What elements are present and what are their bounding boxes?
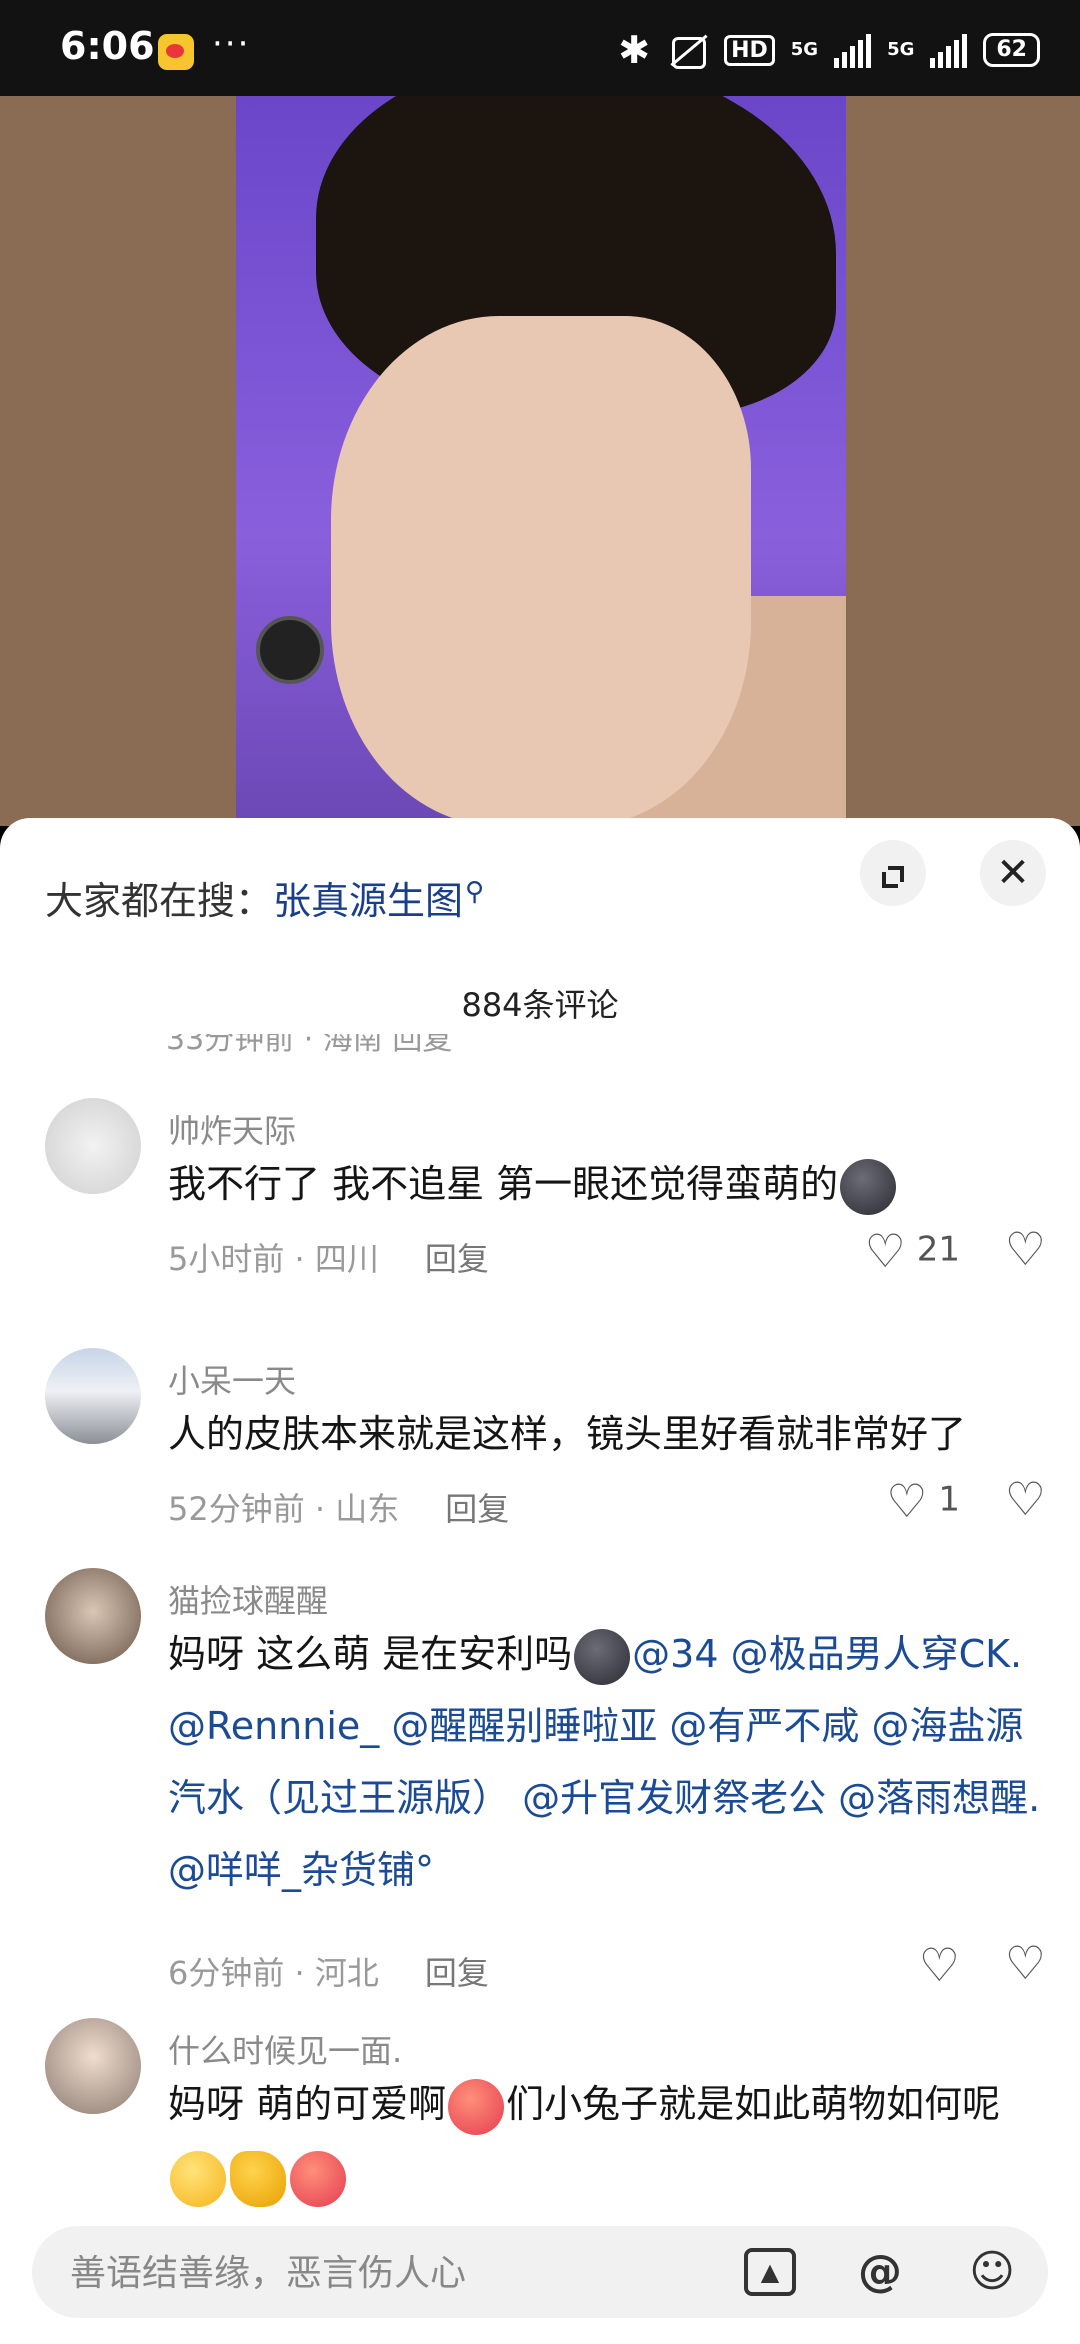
reply-button[interactable]: 回复 <box>425 1954 489 1992</box>
dislike-icon: ♡ <box>1004 1936 1046 1990</box>
trending-term-link[interactable]: 张真源生图 <box>273 879 463 923</box>
avatar[interactable] <box>45 2018 141 2114</box>
comment-location: 山东 <box>335 1490 400 1528</box>
grin-emoji-icon <box>170 2150 226 2207</box>
comment-text-content: 妈呀 这么萌 是在安利吗 <box>168 1632 573 1676</box>
heart-icon: ♡ <box>886 1474 928 1528</box>
comment-time: 52分钟前 <box>168 1490 305 1528</box>
reply-button[interactable]: 回复 <box>445 1490 509 1528</box>
trending-search-row[interactable]: 大家都在搜：张真源生图⚲ <box>45 870 484 925</box>
image-icon[interactable]: ▲ <box>744 2248 796 2296</box>
comment-count: 884条评论 <box>461 986 619 1024</box>
comment-time: 5小时前 <box>168 1240 285 1278</box>
expand-button[interactable] <box>860 840 926 906</box>
comment-item: 猫捡球醒醒 妈呀 这么萌 是在安利吗 @34 @极品男人穿CK. @Rennnie… <box>0 1568 1080 1992</box>
status-time: 6:06 <box>60 24 155 68</box>
network-label-1: 5G <box>790 39 819 60</box>
comment-text-content: 妈呀 萌的可爱啊 <box>168 2082 447 2126</box>
bluetooth-icon: ✱ <box>618 28 651 72</box>
dark-moon-emoji-icon <box>840 1158 897 1215</box>
photo-face <box>331 316 751 826</box>
comment-text: 妈呀 萌的可爱啊 们小兔子就是如此萌物如何呢 <box>168 2068 1048 2212</box>
heart-eyes-emoji-icon <box>448 2078 505 2135</box>
dislike-button[interactable]: ♡ <box>1005 1936 1046 1990</box>
photo-microphone <box>256 616 324 684</box>
comment-text: 妈呀 这么萌 是在安利吗 @34 @极品男人穿CK. @Rennnie_ @醒醒别… <box>168 1618 1048 1906</box>
partially-hidden-comment-meta: 33分钟前 · 海南 回复 <box>166 1034 1036 1064</box>
comment-item: 什么时候见一面. 妈呀 萌的可爱啊 们小兔子就是如此萌物如何呢 <box>0 2018 1080 2258</box>
comment-username[interactable]: 猫捡球醒醒 <box>168 1576 328 1622</box>
avatar[interactable] <box>45 1348 141 1444</box>
comment-text: 人的皮肤本来就是这样，镜头里好看就非常好了 <box>168 1412 967 1456</box>
hd-badge: HD <box>724 34 775 66</box>
post-photo[interactable] <box>236 96 846 826</box>
comment-username[interactable]: 小呆一天 <box>168 1356 296 1402</box>
like-button[interactable]: ♡ <box>919 1938 960 1992</box>
weibo-app-icon <box>158 34 194 70</box>
comments-sheet: 大家都在搜：张真源生图⚲ ✕ 884条评论 33分钟前 · 海南 回复 帅炸天际… <box>0 818 1080 2344</box>
avatar[interactable] <box>45 1568 141 1664</box>
avatar[interactable] <box>45 1098 141 1194</box>
comment-time: 6分钟前 <box>168 1954 285 1992</box>
network-label-2: 5G <box>887 39 915 60</box>
trending-label: 大家都在搜： <box>45 879 274 923</box>
battery-icon: 62 <box>983 33 1040 67</box>
search-icon: ⚲ <box>465 877 485 908</box>
heart-icon: ♡ <box>918 1938 960 1992</box>
emoji-icon[interactable]: ☺ <box>964 2244 1020 2300</box>
expand-icon <box>882 866 904 888</box>
reply-button[interactable]: 回复 <box>425 1240 489 1278</box>
comment-item: 小呆一天 人的皮肤本来就是这样，镜头里好看就非常好了 52分钟前 · 山东 回复 … <box>0 1348 1080 1548</box>
muscle-emoji-icon <box>230 2150 286 2207</box>
comment-location: 四川 <box>314 1240 379 1278</box>
comment-meta: 5小时前 · 四川 回复 <box>168 1240 489 1278</box>
dislike-icon: ♡ <box>1004 1472 1046 1526</box>
mute-icon <box>666 33 708 69</box>
comment-input-bar: ▲ @ ☺ <box>32 2226 1048 2318</box>
signal-icon <box>930 32 968 68</box>
comment-text: 我不行了 我不追星 第一眼还觉得蛮萌的 <box>168 1148 1048 1220</box>
cut-row-text: 33分钟前 · 海南 回复 <box>166 1034 453 1057</box>
status-icons: ✱ HD 5G 5G 62 <box>618 28 1040 72</box>
like-count: 1 <box>938 1479 960 1520</box>
comment-text-content: 们小兔子就是如此萌物如何呢 <box>506 2082 1001 2126</box>
more-notifications-icon: ··· <box>212 24 251 64</box>
status-bar: 6:06 ··· ✱ HD 5G 5G 62 <box>0 0 1080 96</box>
comment-input[interactable] <box>68 2242 712 2304</box>
comment-meta: 52分钟前 · 山东 回复 <box>168 1490 510 1528</box>
heart-eyes-emoji-icon <box>290 2150 346 2207</box>
signal-icon <box>834 32 872 68</box>
comment-item: 帅炸天际 我不行了 我不追星 第一眼还觉得蛮萌的 5小时前 · 四川 回复 ♡ 2… <box>0 1098 1080 1298</box>
dislike-button[interactable]: ♡ <box>1005 1222 1046 1276</box>
close-icon: ✕ <box>996 850 1030 896</box>
at-icon[interactable]: @ <box>852 2244 908 2300</box>
comment-text-content: 我不行了 我不追星 第一眼还觉得蛮萌的 <box>168 1162 839 1206</box>
like-count: 21 <box>916 1229 960 1270</box>
heart-icon: ♡ <box>864 1224 906 1278</box>
comment-username[interactable]: 什么时候见一面. <box>168 2026 402 2072</box>
close-button[interactable]: ✕ <box>980 840 1046 906</box>
dislike-button[interactable]: ♡ <box>1005 1472 1046 1526</box>
dark-moon-emoji-icon <box>574 1628 631 1685</box>
comment-username[interactable]: 帅炸天际 <box>168 1106 296 1152</box>
dislike-icon: ♡ <box>1004 1222 1046 1276</box>
like-button[interactable]: ♡ 1 <box>886 1474 960 1528</box>
post-photo-backdrop[interactable] <box>0 96 1080 826</box>
comment-meta: 6分钟前 · 河北 回复 <box>168 1954 489 1992</box>
comment-location: 河北 <box>314 1954 379 1992</box>
like-button[interactable]: ♡ 21 <box>865 1224 960 1278</box>
